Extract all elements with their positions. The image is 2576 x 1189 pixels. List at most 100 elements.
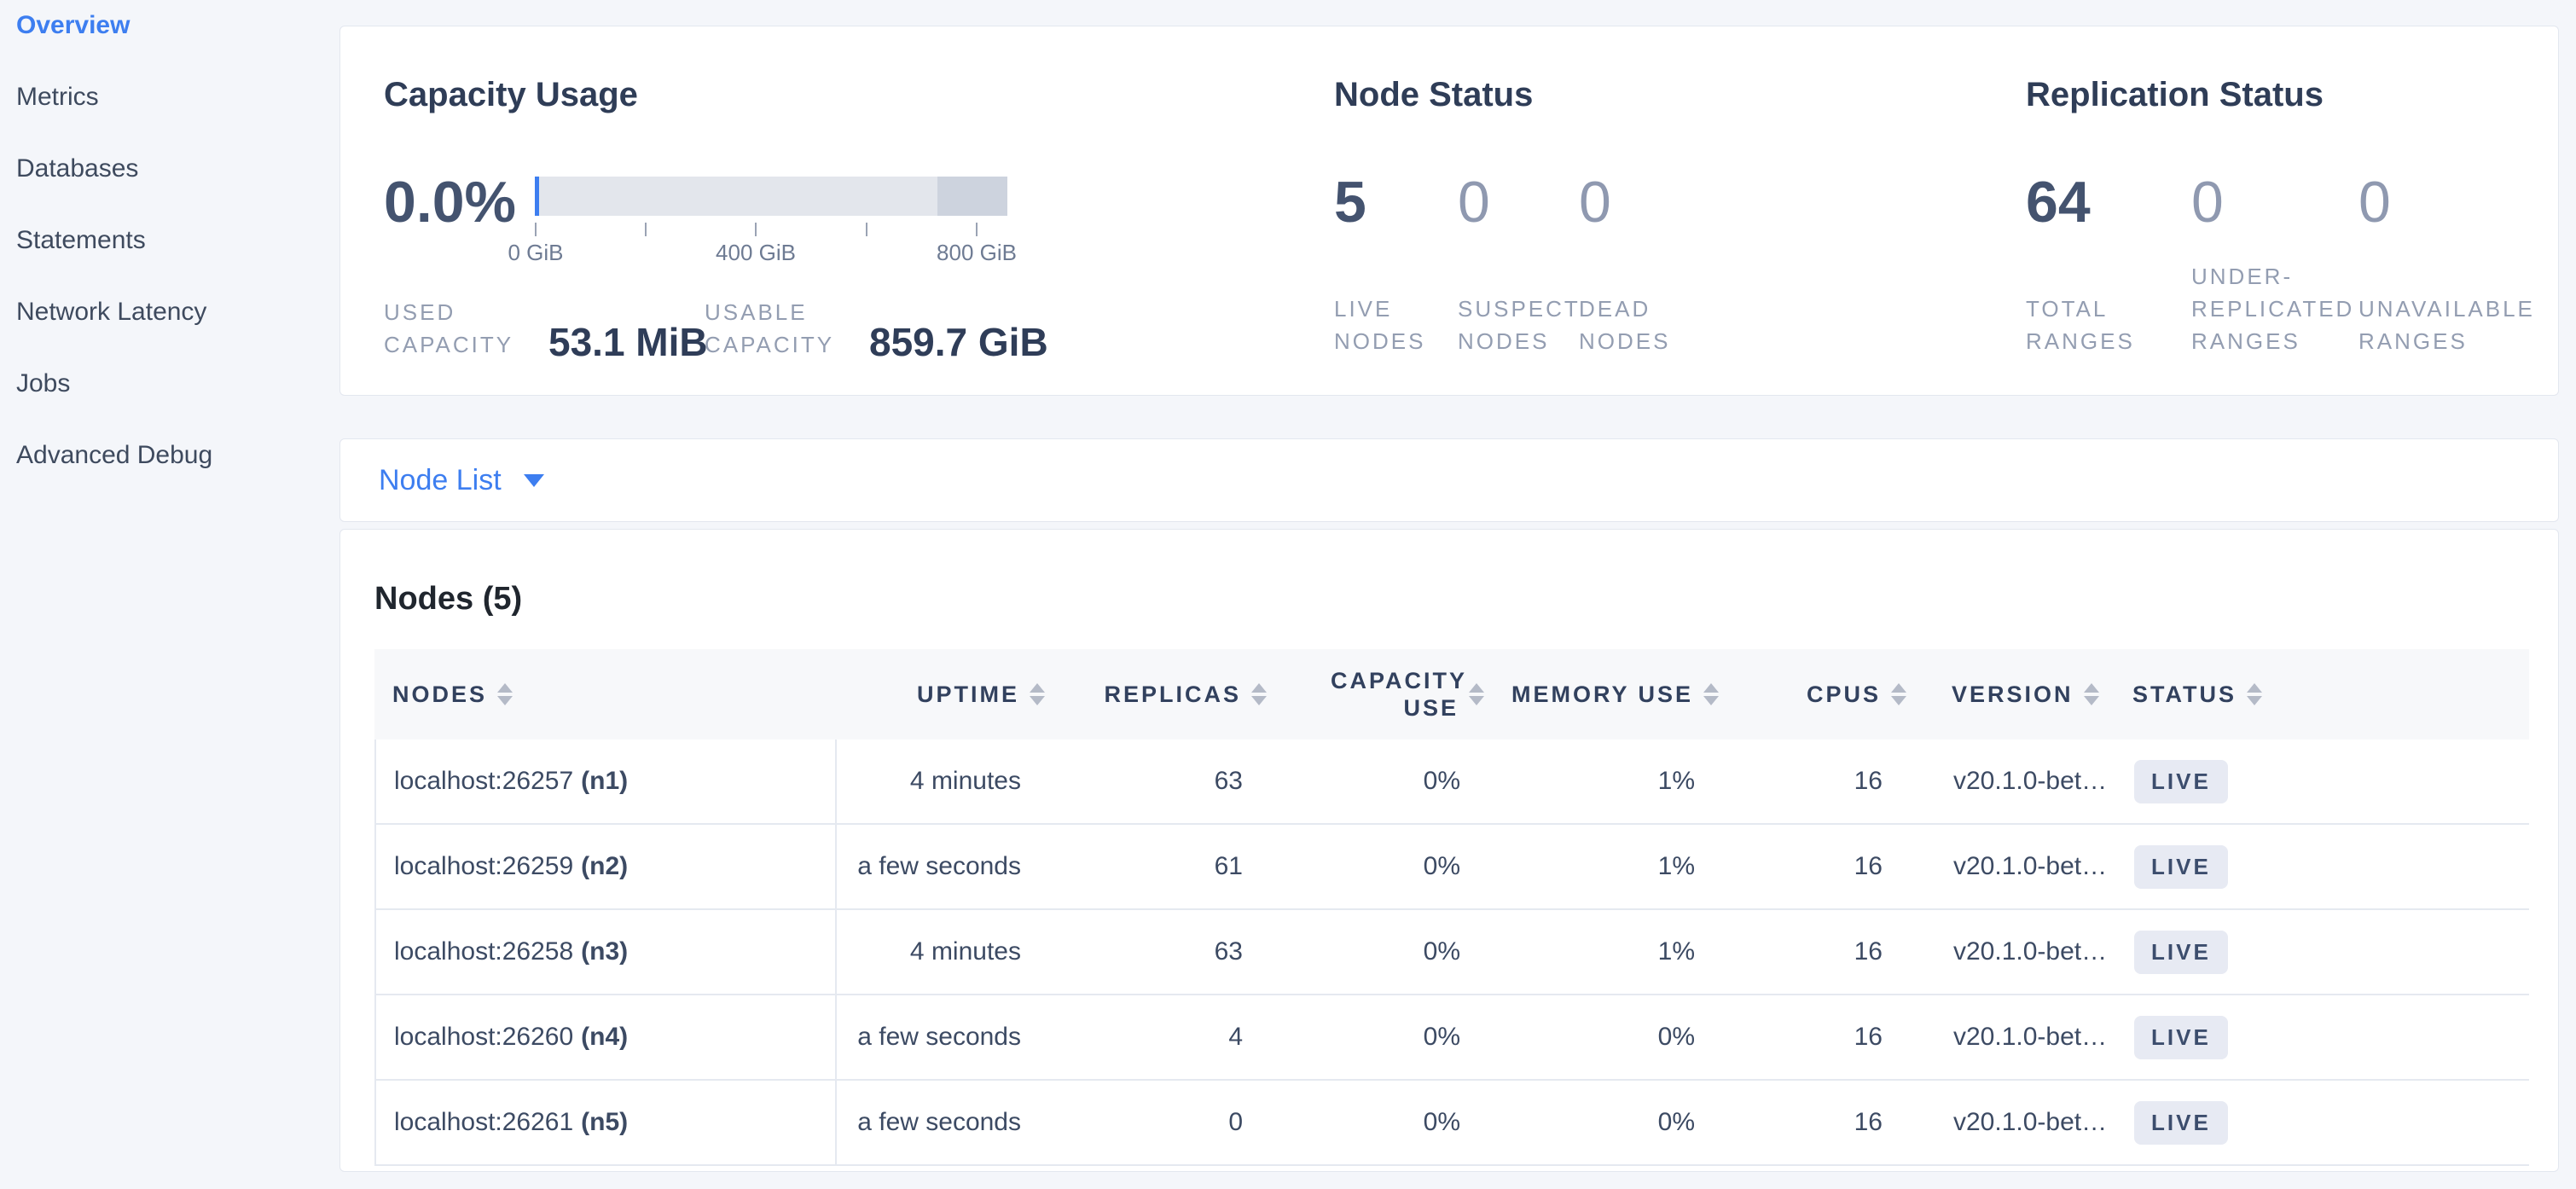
node-status-section: Node Status 5 LIVE NODES 0 SUSPECT NODES… xyxy=(1334,26,1982,395)
column-header-version[interactable]: VERSION xyxy=(1912,649,2112,740)
column-header-label: VERSION xyxy=(1952,682,2074,708)
under-replicated-ranges-label: UNDER-REPLICATED RANGES xyxy=(2191,260,2370,357)
column-header-memory-use[interactable]: MEMORY USE xyxy=(1489,649,1724,740)
node-address-link[interactable]: localhost:26261 xyxy=(394,1108,573,1137)
unavailable-ranges-label: UNAVAILABLE RANGES xyxy=(2358,293,2550,357)
nodes-table-header-row: NODES UPTIME REPLICAS CAPACITY USE MEMOR… xyxy=(374,649,2529,740)
status-badge: LIVE xyxy=(2134,760,2228,803)
sort-icon xyxy=(1891,683,1906,705)
axis-tick xyxy=(645,223,647,236)
cell-replicas: 4 xyxy=(1052,995,1273,1079)
total-ranges-stat: 64 TOTAL RANGES xyxy=(2026,26,2162,395)
node-address-link[interactable]: localhost:26258 xyxy=(394,937,573,966)
node-address-link[interactable]: localhost:26260 xyxy=(394,1023,573,1052)
sort-icon xyxy=(497,683,513,705)
table-row: localhost:26260 (n4) a few seconds 4 0% … xyxy=(376,995,2529,1081)
chevron-down-icon xyxy=(524,474,544,487)
node-list-dropdown-label[interactable]: Node List xyxy=(379,464,502,497)
column-header-cpus[interactable]: CPUS xyxy=(1724,649,1912,740)
cell-status: LIVE xyxy=(2114,1081,2529,1164)
cell-capacity-use: 0% xyxy=(1273,1081,1491,1164)
status-badge: LIVE xyxy=(2134,1101,2228,1145)
capacity-used-percent: 0.0% xyxy=(384,171,516,233)
column-header-label: MEMORY USE xyxy=(1511,682,1693,708)
cell-memory-use: 0% xyxy=(1491,995,1726,1079)
cell-cpus: 16 xyxy=(1726,910,1913,994)
capacity-bar-reserved-segment xyxy=(937,177,1007,216)
cell-replicas: 0 xyxy=(1052,1081,1273,1164)
column-header-status[interactable]: STATUS xyxy=(2112,649,2529,740)
column-header-uptime[interactable]: UPTIME xyxy=(835,649,1050,740)
cell-node: localhost:26260 (n4) xyxy=(376,995,837,1079)
cell-node: localhost:26259 (n2) xyxy=(376,825,837,908)
cell-replicas: 63 xyxy=(1052,740,1273,823)
column-header-capacity-use[interactable]: CAPACITY USE xyxy=(1272,649,1489,740)
sidebar-item-overview[interactable]: Overview xyxy=(16,12,323,39)
column-header-label: CAPACITY USE xyxy=(1331,667,1459,722)
capacity-usage-title: Capacity Usage xyxy=(384,76,638,114)
column-header-label: STATUS xyxy=(2132,682,2237,708)
column-header-nodes[interactable]: NODES xyxy=(374,649,835,740)
node-id: (n5) xyxy=(581,1108,628,1137)
cell-version: v20.1.0-bet… xyxy=(1913,825,2114,908)
sort-icon xyxy=(2247,683,2262,705)
sidebar-item-databases[interactable]: Databases xyxy=(16,155,323,183)
nodes-table-body: localhost:26257 (n1) 4 minutes 63 0% 1% … xyxy=(374,740,2529,1166)
sort-icon xyxy=(1251,683,1267,705)
cell-cpus: 16 xyxy=(1726,995,1913,1079)
node-address-link[interactable]: localhost:26259 xyxy=(394,852,573,881)
sidebar-item-network-latency[interactable]: Network Latency xyxy=(16,299,323,326)
column-header-label: UPTIME xyxy=(917,682,1019,708)
suspect-nodes-value: 0 xyxy=(1458,171,1490,233)
capacity-usage-section: Capacity Usage 0.0% 0 GiB 400 GiB 800 Gi… xyxy=(384,26,1322,395)
capacity-bar xyxy=(535,177,1007,216)
cell-replicas: 63 xyxy=(1052,910,1273,994)
status-badge: LIVE xyxy=(2134,845,2228,889)
cell-memory-use: 1% xyxy=(1491,825,1726,908)
sidebar-item-advanced-debug[interactable]: Advanced Debug xyxy=(16,442,323,469)
status-badge: LIVE xyxy=(2134,931,2228,974)
sort-icon xyxy=(1030,683,1045,705)
column-header-replicas[interactable]: REPLICAS xyxy=(1050,649,1272,740)
table-row: localhost:26261 (n5) a few seconds 0 0% … xyxy=(376,1081,2529,1166)
cell-cpus: 16 xyxy=(1726,1081,1913,1164)
cell-version: v20.1.0-bet… xyxy=(1913,740,2114,823)
sort-icon xyxy=(2084,683,2099,705)
live-nodes-label: LIVE NODES xyxy=(1334,293,1445,357)
used-capacity-value: 53.1 MiB xyxy=(548,323,708,361)
table-row: localhost:26259 (n2) a few seconds 61 0%… xyxy=(376,825,2529,910)
axis-tick xyxy=(755,223,757,236)
node-list-dropdown[interactable]: Node List xyxy=(339,438,2559,522)
cell-version: v20.1.0-bet… xyxy=(1913,910,2114,994)
sidebar-item-statements[interactable]: Statements xyxy=(16,227,323,254)
cell-capacity-use: 0% xyxy=(1273,825,1491,908)
under-replicated-ranges-value: 0 xyxy=(2191,171,2224,233)
used-capacity-label: USED CAPACITY xyxy=(384,296,533,361)
used-capacity-stat: USED CAPACITY 53.1 MiB xyxy=(384,296,708,361)
cell-uptime: a few seconds xyxy=(837,1081,1052,1164)
cell-status: LIVE xyxy=(2114,995,2529,1079)
cell-uptime: 4 minutes xyxy=(837,740,1052,823)
node-address-link[interactable]: localhost:26257 xyxy=(394,767,573,796)
cell-cpus: 16 xyxy=(1726,740,1913,823)
cell-uptime: a few seconds xyxy=(837,995,1052,1079)
cell-memory-use: 0% xyxy=(1491,1081,1726,1164)
cell-replicas: 61 xyxy=(1052,825,1273,908)
replication-status-section: Replication Status 64 TOTAL RANGES 0 UND… xyxy=(2026,26,2572,395)
node-id: (n2) xyxy=(581,852,628,881)
sidebar-item-jobs[interactable]: Jobs xyxy=(16,370,323,397)
cell-capacity-use: 0% xyxy=(1273,910,1491,994)
live-nodes-stat: 5 LIVE NODES xyxy=(1334,26,1449,395)
cell-uptime: a few seconds xyxy=(837,825,1052,908)
total-ranges-label: TOTAL RANGES xyxy=(2026,293,2154,357)
sidebar-item-metrics[interactable]: Metrics xyxy=(16,84,323,111)
cell-node: localhost:26258 (n3) xyxy=(376,910,837,994)
live-nodes-value: 5 xyxy=(1334,171,1366,233)
dead-nodes-stat: 0 DEAD NODES xyxy=(1579,26,1698,395)
cell-node: localhost:26261 (n5) xyxy=(376,1081,837,1164)
suspect-nodes-label: SUSPECT NODES xyxy=(1458,293,1586,357)
cell-status: LIVE xyxy=(2114,910,2529,994)
usable-capacity-value: 859.7 GiB xyxy=(869,323,1048,361)
column-header-label: CPUS xyxy=(1807,682,1881,708)
nodes-table-heading: Nodes (5) xyxy=(374,581,522,618)
